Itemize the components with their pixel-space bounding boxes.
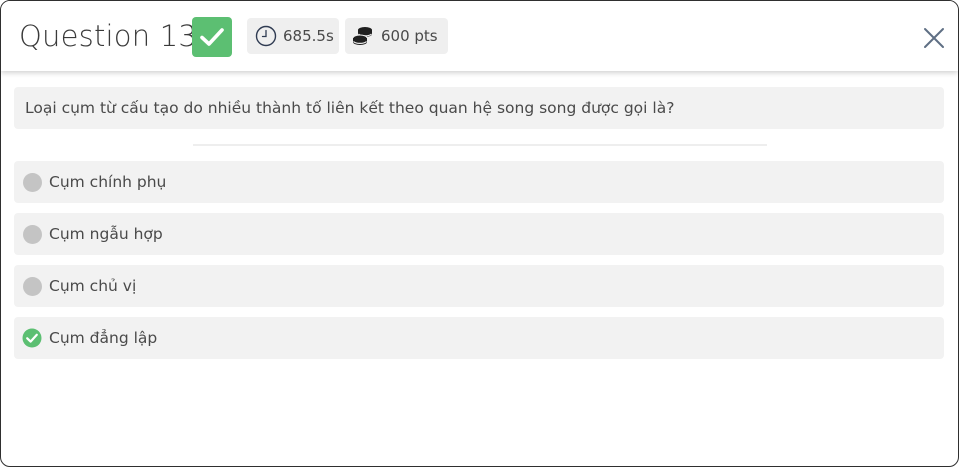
coins-icon	[351, 25, 375, 47]
close-button[interactable]	[921, 25, 947, 51]
time-pill: 685.5s	[247, 18, 339, 54]
radio-dot-icon	[22, 172, 42, 192]
radio-dot-icon	[22, 276, 42, 296]
clock-icon	[255, 25, 277, 47]
correct-status-badge	[192, 17, 232, 57]
points-value: 600 pts	[381, 27, 438, 45]
answer-option-1[interactable]: Cụm chính phụ	[14, 161, 944, 203]
points-pill: 600 pts	[345, 18, 448, 54]
divider	[193, 144, 767, 146]
check-circle-icon	[22, 328, 42, 348]
answer-option-label: Cụm chính phụ	[49, 173, 167, 191]
time-value: 685.5s	[283, 27, 334, 45]
answer-option-label: Cụm ngẫu hợp	[49, 225, 163, 243]
answer-option-4[interactable]: Cụm đẳng lập	[14, 317, 944, 359]
question-title: Question 13	[19, 19, 198, 53]
checkmark-icon	[200, 28, 224, 46]
question-text: Loại cụm từ cấu tạo do nhiều thành tố li…	[25, 99, 675, 117]
answer-option-label: Cụm đẳng lập	[49, 329, 158, 347]
answer-option-label: Cụm chủ vị	[49, 277, 137, 295]
close-icon	[924, 28, 944, 48]
question-text-box: Loại cụm từ cấu tạo do nhiều thành tố li…	[14, 87, 944, 129]
radio-dot-icon	[22, 224, 42, 244]
answer-option-3[interactable]: Cụm chủ vị	[14, 265, 944, 307]
quiz-panel: Question 13 685.5s 600 pts Loại cụm từ c…	[0, 0, 959, 467]
answer-option-2[interactable]: Cụm ngẫu hợp	[14, 213, 944, 255]
question-header: Question 13 685.5s 600 pts	[1, 1, 958, 71]
